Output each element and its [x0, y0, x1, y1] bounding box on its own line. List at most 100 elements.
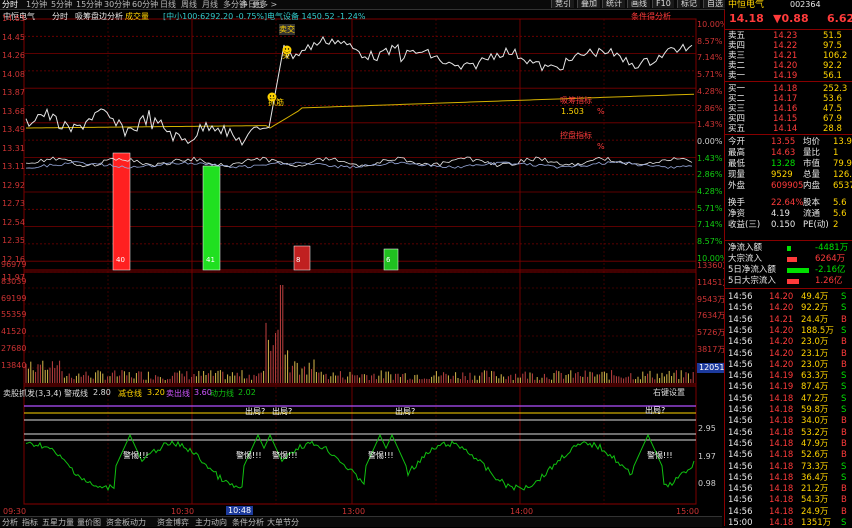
tick-row[interactable]: 15:00 14.18 1351万 S	[725, 518, 852, 528]
tick-time: 14:56	[728, 405, 753, 415]
flow-label: 5日大宗流入	[728, 276, 776, 286]
chart-area[interactable]: 中恒电气 分时 吸筹盘边分析 成交量 [中小100:6292.20 -0.75%…	[0, 10, 730, 516]
orderbook-price: 14.15	[773, 114, 798, 124]
volume-axis-label: 3817万	[697, 345, 726, 354]
tick-side: S	[841, 325, 847, 336]
price-axis-label: 14.45	[2, 32, 25, 42]
tool-mark[interactable]: 标记	[677, 0, 700, 8]
tick-row[interactable]: 14:56 14.18 47.2万 S	[725, 394, 852, 404]
tab-60min[interactable]: 60分钟	[132, 0, 158, 10]
tick-side: S	[841, 518, 847, 528]
orderbook-row[interactable]: 买四 14.15 67.9	[725, 114, 852, 124]
chart-canvas[interactable]	[0, 10, 722, 516]
reduce-line-label: 减仓线	[118, 389, 142, 398]
tab-main-force[interactable]: 主力动向	[195, 517, 227, 528]
tick-row[interactable]: 14:56 14.20 23.1万 B	[725, 349, 852, 359]
orderbook-row[interactable]: 卖一 14.19 56.1	[725, 71, 852, 81]
tab-five-star[interactable]: 五星力量	[42, 517, 74, 528]
tab-capital-game[interactable]: 资金博弈	[157, 517, 189, 528]
right-click-settings[interactable]: 右键设置	[653, 387, 685, 398]
tab-volume-price[interactable]: 量价图	[77, 517, 101, 528]
tab-15min[interactable]: 15分钟	[76, 0, 102, 10]
tick-volume: 92.2万	[801, 303, 829, 314]
stat-row: 今开 13.55 均价 13.9	[725, 137, 852, 147]
tick-row[interactable]: 14:56 14.18 54.3万 B	[725, 495, 852, 505]
orderbook-price: 14.21	[773, 51, 798, 61]
stat-label: 流通	[803, 209, 821, 219]
flow-value: 1.26亿	[815, 276, 843, 286]
price-axis-label: 14.63	[2, 14, 25, 23]
tab-monthly[interactable]: 月线	[202, 0, 218, 10]
tick-row[interactable]: 14:56 14.18 52.6万 B	[725, 450, 852, 460]
tick-row[interactable]: 14:56 14.18 53.2万 B	[725, 428, 852, 438]
chart-indicator-name: 吸筹盘边分析	[75, 12, 123, 21]
tick-row[interactable]: 14:56 14.20 92.2万 S	[725, 303, 852, 313]
tab-intraday[interactable]: 分时	[2, 0, 18, 10]
warning-mark: 警惕!!!	[368, 451, 394, 460]
tick-row[interactable]: 14:56 14.20 23.0万 B	[725, 337, 852, 347]
tick-row[interactable]: 14:56 14.20 188.5万 S	[725, 326, 852, 336]
tick-row[interactable]: 14:56 14.20 23.0万 B	[725, 360, 852, 370]
stock-name: 中恒电气	[728, 0, 765, 10]
tick-row[interactable]: 14:56 14.18 24.9万 B	[725, 507, 852, 517]
orderbook-row[interactable]: 卖三 14.21 106.2	[725, 51, 852, 61]
flow-row: 5日净流入额 -2.16亿	[725, 265, 852, 275]
accumulation-bars	[112, 152, 399, 271]
pct-axis-label: 4.28%	[697, 187, 723, 196]
tab-weekly[interactable]: 周线	[181, 0, 197, 10]
stat-value: 126.2	[833, 170, 852, 180]
tab-5min[interactable]: 5分钟	[51, 0, 72, 10]
tab-1min[interactable]: 1分钟	[26, 0, 47, 10]
tick-row[interactable]: 14:56 14.19 63.3万 S	[725, 371, 852, 381]
tick-row[interactable]: 14:56 14.18 73.3万 S	[725, 462, 852, 472]
tick-price: 14.18	[769, 416, 794, 427]
orderbook-row[interactable]: 卖二 14.20 92.2	[725, 61, 852, 71]
orderbook-row[interactable]: 买二 14.17 53.6	[725, 94, 852, 104]
tick-row[interactable]: 14:56 14.21 24.4万 B	[725, 315, 852, 325]
tab-indicator[interactable]: 指标	[22, 517, 38, 528]
stat-label: 总量	[803, 170, 821, 180]
tick-time: 14:56	[728, 382, 753, 393]
tick-time: 14:56	[728, 314, 753, 325]
tick-volume: 87.4万	[801, 382, 829, 393]
stat-row: 换手 22.64% 股本 5.6	[725, 198, 852, 208]
tool-watchlist[interactable]: 自选	[703, 0, 726, 8]
tick-volume: 23.1万	[801, 348, 829, 359]
tool-draw[interactable]: 画线	[627, 0, 650, 8]
flow-value: 6264万	[815, 254, 846, 264]
tab-analysis[interactable]: 分析	[2, 517, 18, 528]
flow-label: 净流入额	[728, 243, 763, 253]
stat-label: 内盘	[803, 181, 821, 191]
tick-row[interactable]: 14:56 14.18 36.4万 S	[725, 473, 852, 483]
tick-volume: 23.0万	[801, 337, 829, 348]
tab-daily[interactable]: 日线	[160, 0, 176, 10]
stat-label: 量比	[803, 148, 821, 158]
tab-30min[interactable]: 30分钟	[104, 0, 130, 10]
tab-big-order[interactable]: 大单节分	[267, 517, 299, 528]
orderbook-row[interactable]: 买五 14.14 28.8	[725, 124, 852, 134]
stat-value: 13.9	[833, 137, 852, 147]
tick-row[interactable]: 14:56 14.18 47.9万 B	[725, 439, 852, 449]
stat-label: 股本	[803, 198, 821, 208]
orderbook-row[interactable]: 买一 14.18 252.3	[725, 84, 852, 94]
tick-price: 14.18	[769, 495, 794, 506]
tool-overlay[interactable]: 叠加	[577, 0, 600, 8]
tick-row[interactable]: 14:56 14.19 87.4万 S	[725, 382, 852, 392]
orderbook-row[interactable]: 买三 14.16 47.5	[725, 104, 852, 114]
tool-auction[interactable]: 竞引	[551, 0, 574, 8]
price-axis-label: 12.92	[2, 180, 25, 190]
tick-row[interactable]: 14:56 14.18 59.8万 S	[725, 405, 852, 415]
tick-row[interactable]: 14:56 14.18 21.2万 B	[725, 484, 852, 494]
tab-capital-power[interactable]: 资金板动力	[106, 517, 146, 528]
tool-stats[interactable]: 统计	[602, 0, 625, 8]
stat-label: 净资	[728, 209, 746, 219]
tick-row[interactable]: 14:56 14.18 34.0万 B	[725, 416, 852, 426]
condition-analysis-link[interactable]: 条件得分析	[631, 11, 671, 22]
tab-condition[interactable]: 条件分析	[232, 517, 264, 528]
orderbook-row[interactable]: 卖四 14.22 97.5	[725, 41, 852, 51]
tab-more[interactable]: 更多 >	[252, 0, 277, 10]
orderbook-row[interactable]: 卖五 14.23 51.5	[725, 31, 852, 41]
tool-f10[interactable]: F10	[652, 0, 674, 8]
flow-row: 大宗流入 6264万	[725, 254, 852, 264]
tick-row[interactable]: 14:56 14.20 49.4万 S	[725, 292, 852, 302]
